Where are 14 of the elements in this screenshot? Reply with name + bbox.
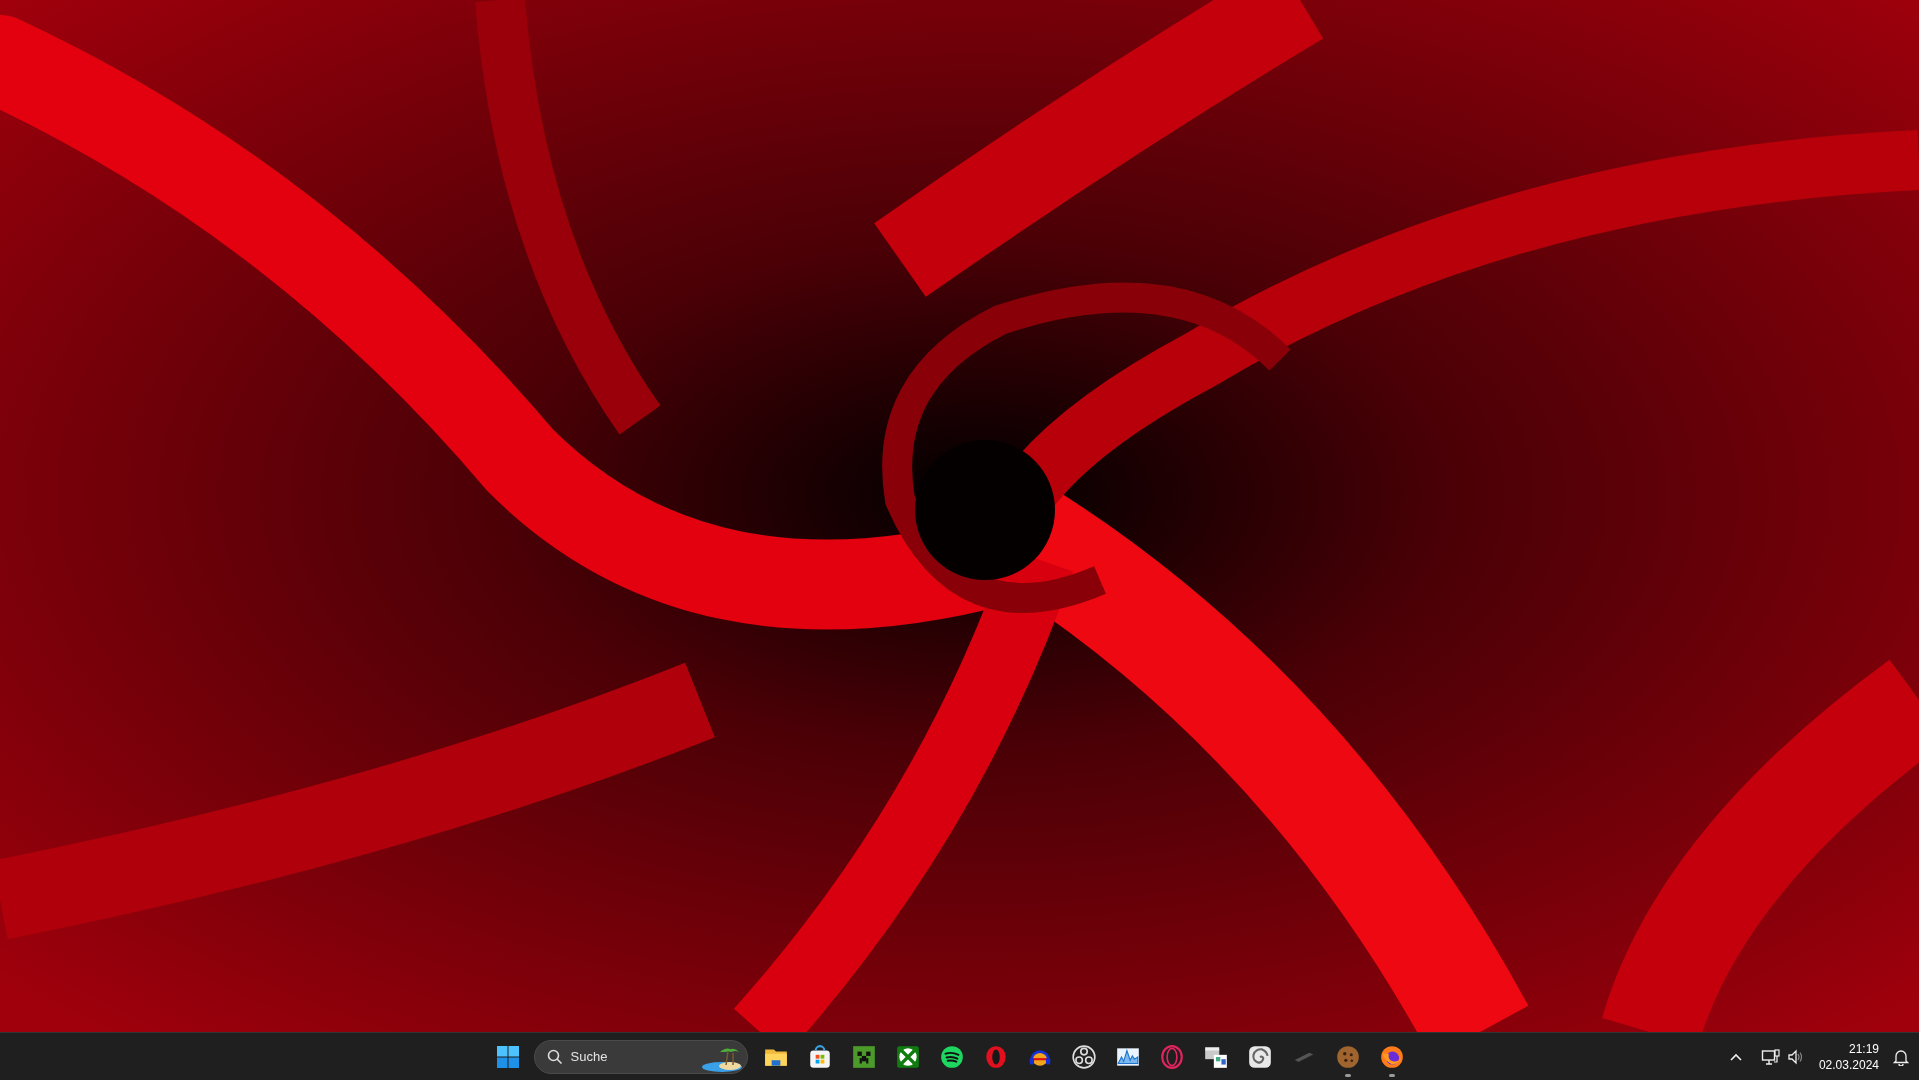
speaker-icon[interactable]	[1786, 1047, 1805, 1066]
start-button[interactable]	[495, 1044, 520, 1069]
notification-bell-icon[interactable]	[1893, 1047, 1909, 1066]
clock-time[interactable]: 21:19	[1848, 1040, 1879, 1057]
ring-icon[interactable]	[1158, 1043, 1185, 1070]
spiral-icon[interactable]	[1246, 1043, 1273, 1070]
chevron-up-icon[interactable]	[1728, 1051, 1743, 1062]
network-icon[interactable]	[1760, 1046, 1781, 1067]
search-icon	[546, 1048, 563, 1065]
search-field[interactable]: Suche	[533, 1039, 748, 1074]
pixel-face-icon[interactable]	[850, 1043, 877, 1070]
clock-date[interactable]: 02.03.2024	[1818, 1056, 1879, 1073]
cookie-icon[interactable]	[1334, 1043, 1361, 1070]
sound-waves-icon[interactable]	[938, 1043, 965, 1070]
